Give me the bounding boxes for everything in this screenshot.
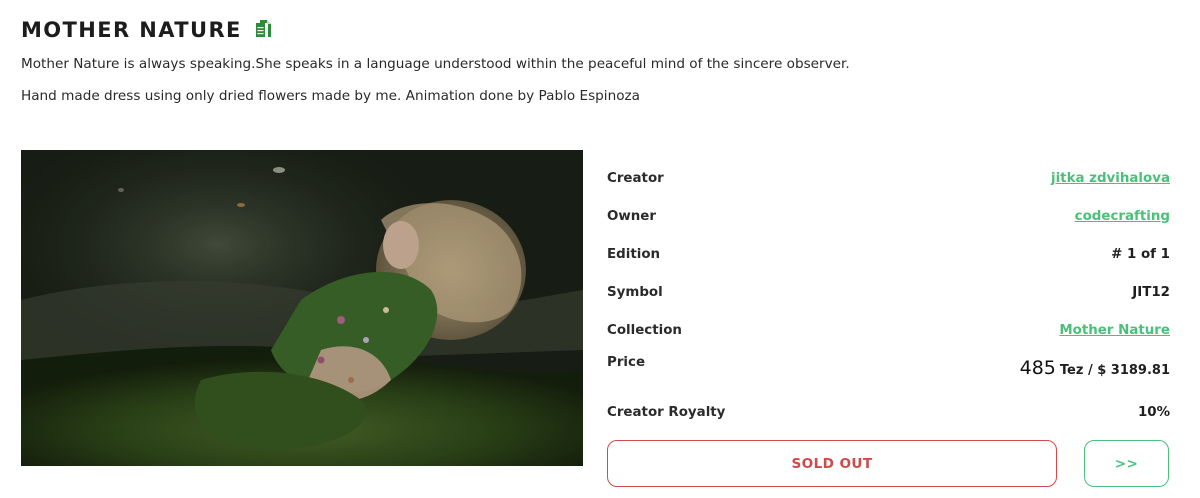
collection-link[interactable]: Mother Nature [1059, 323, 1170, 338]
creator-label: Creator [607, 170, 664, 186]
owner-link[interactable]: codecrafting [1075, 209, 1170, 224]
edition-row: Edition # 1 of 1 [607, 239, 1170, 269]
price-conversion: Tez / $ 3189.81 [1059, 363, 1170, 378]
collection-label: Collection [607, 322, 682, 338]
creator-link[interactable]: jitka zdvihalova [1051, 171, 1170, 186]
royalty-label: Creator Royalty [607, 404, 726, 420]
creator-row: Creator jitka zdvihalova [607, 163, 1170, 193]
symbol-value: JIT12 [1132, 284, 1170, 300]
price-value: 485 Tez / $ 3189.81 [1020, 357, 1170, 379]
owner-label: Owner [607, 208, 656, 224]
edition-value: # 1 of 1 [1111, 246, 1170, 262]
royalty-value: 10% [1137, 404, 1170, 420]
artwork-image[interactable] [21, 150, 583, 466]
artwork-illustration [21, 150, 583, 466]
symbol-row: Symbol JIT12 [607, 277, 1170, 307]
owner-row: Owner codecrafting [607, 201, 1170, 231]
symbol-label: Symbol [607, 284, 663, 300]
description-line-1: Mother Nature is always speaking.She spe… [21, 56, 850, 72]
edition-label: Edition [607, 246, 661, 262]
price-label: Price [607, 355, 646, 370]
page-title: MOTHER NATURE [21, 18, 242, 42]
sold-out-button[interactable]: SOLD OUT [607, 440, 1057, 487]
title-row: MOTHER NATURE [21, 16, 272, 44]
description-line-2: Hand made dress using only dried flowers… [21, 88, 640, 104]
royalty-row: Creator Royalty 10% [607, 397, 1170, 427]
price-row: Price 485 Tez / $ 3189.81 [607, 353, 1170, 387]
next-button[interactable]: >> [1084, 440, 1169, 487]
copy-icon[interactable] [254, 19, 272, 41]
collection-row: Collection Mother Nature [607, 315, 1170, 345]
price-amount: 485 [1019, 357, 1056, 379]
